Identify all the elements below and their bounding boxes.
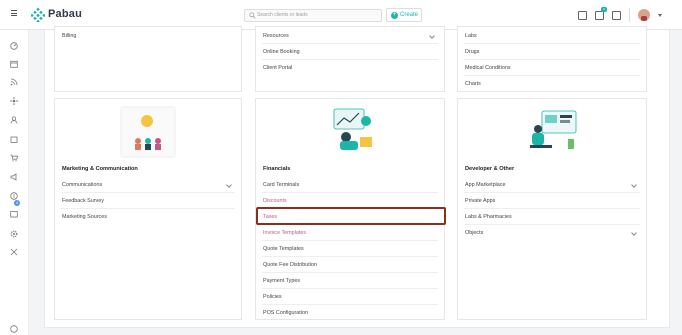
list-item[interactable]: Invoice Templates <box>262 225 438 241</box>
gear-icon[interactable] <box>10 225 18 238</box>
notification-icon[interactable]: 9 <box>595 6 607 20</box>
user-icon[interactable] <box>10 111 18 124</box>
list-item[interactable]: App Marketplace <box>464 177 640 193</box>
network-icon[interactable] <box>10 92 18 105</box>
chevron-down-icon[interactable] <box>226 182 232 188</box>
list-item[interactable]: POS Configuration <box>262 305 438 321</box>
calendar-icon[interactable] <box>578 10 587 20</box>
inbox-icon[interactable] <box>10 205 18 218</box>
list-item[interactable]: Resources <box>262 28 438 44</box>
card-marketing: Marketing & Communication Communications… <box>54 98 242 320</box>
list-item[interactable]: Labs <box>464 28 640 44</box>
list-item[interactable]: Online Booking <box>262 44 438 60</box>
sidebar: 4 <box>0 30 29 335</box>
list-item[interactable]: Billing <box>61 28 235 44</box>
create-button[interactable]: + Create <box>386 8 422 22</box>
calendar-icon[interactable] <box>10 55 18 68</box>
chevron-down-icon[interactable] <box>631 182 637 188</box>
list-item[interactable]: Objects <box>464 225 640 241</box>
card-clinical: Labs Drugs Medical Conditions Charts <box>457 26 647 92</box>
card-title: Marketing & Communication <box>62 166 138 172</box>
sidebar-badge: 4 <box>14 200 20 206</box>
list-item-label: App Marketplace <box>465 182 506 188</box>
card-general: Billing <box>54 26 242 92</box>
pabau-logo-icon <box>31 8 45 22</box>
tools-icon[interactable] <box>10 243 18 256</box>
list-item[interactable]: Medical Conditions <box>464 60 640 76</box>
chevron-down-icon[interactable] <box>658 13 662 17</box>
list-item[interactable]: Private Apps <box>464 193 640 209</box>
list-item[interactable]: Marketing Sources <box>61 209 235 225</box>
header-actions: 9 <box>578 6 662 22</box>
list-item-taxes[interactable]: Taxes <box>262 209 438 225</box>
list-item[interactable]: Policies <box>262 289 438 305</box>
list-item[interactable]: Card Terminals <box>262 177 438 193</box>
chat-icon[interactable] <box>612 10 621 20</box>
plus-icon: + <box>391 12 398 19</box>
avatar[interactable] <box>638 9 650 21</box>
list-item[interactable]: Feedback Survey <box>61 193 235 209</box>
financials-illustration-icon <box>333 108 372 150</box>
dollar-icon[interactable] <box>10 187 18 200</box>
chevron-down-icon[interactable] <box>631 230 637 236</box>
card-developer: Developer & Other App Marketplace Privat… <box>457 98 647 320</box>
megaphone-icon[interactable] <box>10 168 18 181</box>
list-item[interactable]: Charts <box>464 76 640 92</box>
card-title: Developer & Other <box>465 166 515 172</box>
create-label: Create <box>400 12 419 18</box>
card-title: Financials <box>263 166 291 172</box>
list-item[interactable]: Labs & Pharmacies <box>464 209 640 225</box>
help-icon[interactable] <box>10 320 18 333</box>
bag-icon[interactable] <box>10 130 18 143</box>
list-item-label: Objects <box>465 230 484 236</box>
card-financials: Financials Card Terminals Discounts Taxe… <box>255 98 445 320</box>
developer-illustration-icon <box>530 110 577 149</box>
brand-name: Pabau <box>48 8 83 20</box>
chevron-down-icon[interactable] <box>429 33 435 39</box>
rss-icon[interactable] <box>10 73 18 86</box>
list-item[interactable]: Communications <box>61 177 235 193</box>
header-divider <box>629 8 630 22</box>
search-placeholder: Search clients or leads <box>257 12 308 18</box>
marketing-illustration-icon <box>120 106 176 158</box>
search-input[interactable]: Search clients or leads <box>244 9 382 22</box>
cart-icon[interactable] <box>10 149 19 162</box>
list-item-label: Communications <box>62 182 103 188</box>
list-item[interactable]: Quote Templates <box>262 241 438 257</box>
list-item[interactable]: Drugs <box>464 44 640 60</box>
list-item[interactable]: Client Portal <box>262 60 438 76</box>
dashboard-icon[interactable] <box>10 37 18 50</box>
card-services: Resources Online Booking Client Portal <box>255 26 445 92</box>
search-icon <box>249 12 256 19</box>
list-item-label: Resources <box>263 33 289 39</box>
list-item[interactable]: Payment Types <box>262 273 438 289</box>
list-item[interactable]: Discounts <box>262 193 438 209</box>
list-item[interactable]: Quote Fee Distribution <box>262 257 438 273</box>
notification-badge: 9 <box>601 6 607 12</box>
menu-icon[interactable] <box>11 10 17 16</box>
